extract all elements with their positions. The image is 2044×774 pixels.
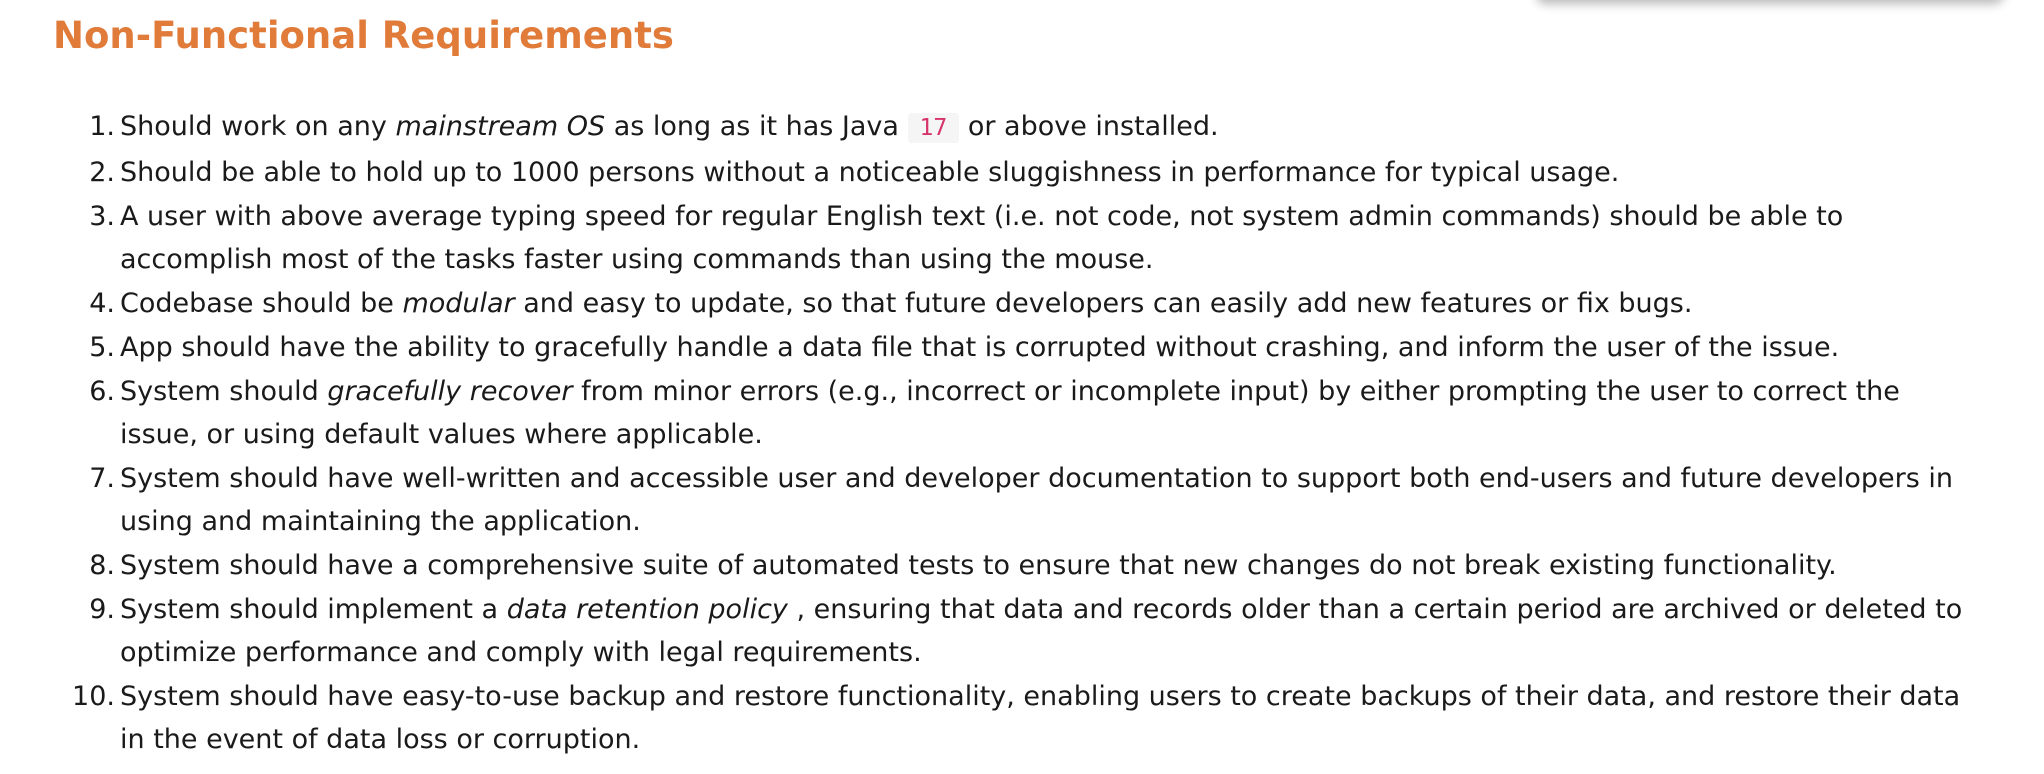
list-item-text: System should have well-written and acce… [120, 463, 1954, 537]
list-item: 7. System should have well-written and a… [0, 457, 2000, 543]
list-item: 3. A user with above average typing spee… [0, 195, 2000, 281]
list-item-text: System should have a comprehensive suite… [120, 550, 1837, 581]
list-number: 7. [89, 463, 115, 494]
list-number: 8. [89, 550, 115, 581]
list-number: 5. [89, 332, 115, 363]
list-item: 4. Codebase should be modular and easy t… [0, 282, 2000, 325]
list-item-text: Should be able to hold up to 1000 person… [120, 157, 1620, 188]
emphasis: mainstream OS [395, 111, 606, 142]
requirements-list: 1. Should work on any mainstream OS as l… [0, 105, 2000, 762]
list-number: 10. [72, 681, 115, 712]
list-item: 5. App should have the ability to gracef… [0, 326, 2000, 369]
emphasis: gracefully recover [327, 376, 573, 407]
list-item: 8. System should have a comprehensive su… [0, 544, 2000, 587]
list-number: 6. [89, 376, 115, 407]
list-item: 9. System should implement a data retent… [0, 588, 2000, 674]
list-item: 10. System should have easy-to-use backu… [0, 675, 2000, 761]
list-number: 3. [89, 201, 115, 232]
list-item: 2. Should be able to hold up to 1000 per… [0, 151, 2000, 194]
list-item-text: App should have the ability to gracefull… [120, 332, 1840, 363]
emphasis: modular [402, 288, 515, 319]
list-item: 6. System should gracefully recover from… [0, 370, 2000, 456]
list-item: 1. Should work on any mainstream OS as l… [0, 105, 2000, 150]
list-item-text: A user with above average typing speed f… [120, 201, 1844, 275]
emphasis: data retention policy [506, 594, 788, 625]
inline-code: 17 [907, 113, 960, 143]
list-number: 4. [89, 288, 115, 319]
list-item-text: System should have easy-to-use backup an… [120, 681, 1961, 755]
list-number: 2. [89, 157, 115, 188]
list-number: 9. [89, 594, 115, 625]
list-number: 1. [89, 111, 115, 142]
section-heading: Non-Functional Requirements [53, 14, 674, 57]
